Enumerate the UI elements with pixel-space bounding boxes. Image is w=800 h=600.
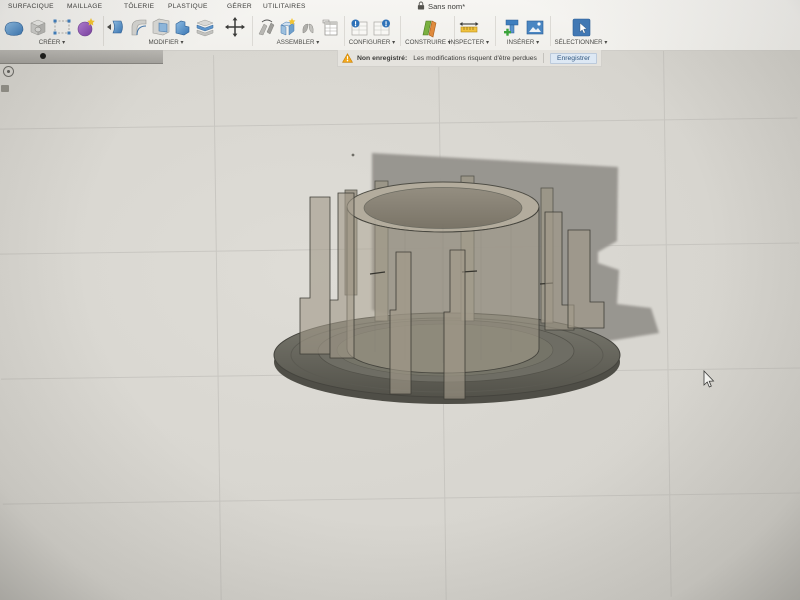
form-icon [4, 21, 24, 36]
joint-button[interactable] [255, 15, 276, 39]
construction-plane-icon [422, 20, 437, 38]
tab-tolerie[interactable]: TÔLERIE [124, 3, 154, 10]
press-pull-button[interactable] [106, 15, 128, 39]
press-pull-icon [107, 20, 123, 34]
group-creer: CRÉER ▾ [2, 15, 102, 49]
tab-surfacique[interactable]: SURFACIQUE [8, 3, 54, 10]
group-label-inserer[interactable]: INSÉRER [507, 39, 535, 46]
tab-gerer[interactable]: GÉRER [227, 3, 252, 10]
group-inspecter: INSPECTER ▾ [444, 15, 494, 49]
viewport-3d-canvas[interactable] [0, 0, 800, 600]
selection-frame-button[interactable] [50, 15, 74, 39]
fillet-icon [131, 19, 147, 36]
fusion360-window: SURFACIQUE MAILLAGE TÔLERIE PLASTIQUE GÉ… [0, 0, 800, 600]
bom-table-icon [322, 19, 337, 36]
fillet-button[interactable] [128, 15, 150, 39]
group-assembler: ASSEMBLER ▾ [255, 15, 341, 49]
origin-marker-dot [351, 153, 355, 157]
construction-plane-button[interactable] [416, 15, 440, 39]
ribbon-toolbar: SURFACIQUE MAILLAGE TÔLERIE PLASTIQUE GÉ… [0, 0, 800, 51]
split-body-button[interactable] [194, 15, 216, 39]
new-component-button[interactable] [276, 15, 297, 39]
dropdown-caret[interactable]: ▾ [392, 39, 395, 46]
small-glyph-artifact [1, 85, 9, 92]
insert-canvas-icon [526, 20, 543, 35]
measure-icon [459, 22, 479, 33]
configuration-insert-button[interactable] [370, 15, 393, 39]
select-button[interactable] [569, 15, 593, 39]
warning-message: Les modifications risquent d'être perdue… [413, 54, 537, 62]
group-configurer: CONFIGURER ▾ [347, 15, 397, 49]
black-dot-artifact [40, 53, 46, 59]
split-body-icon [196, 19, 214, 37]
tab-plastique[interactable]: PLASTIQUE [168, 3, 208, 10]
document-title[interactable]: Sans nom* [428, 2, 465, 11]
joint-icon [258, 19, 274, 36]
document-title-bar: Sans nom* [417, 1, 465, 11]
primitive-box-button[interactable] [26, 15, 50, 39]
mesh-sphere-icon [77, 18, 95, 37]
circle-dot-icon [3, 66, 14, 77]
dropdown-caret[interactable]: ▾ [180, 39, 183, 46]
new-component-icon [279, 18, 295, 36]
group-inserer: INSÉRER ▾ [498, 15, 548, 49]
insert-canvas-button[interactable] [523, 15, 546, 39]
shell-button[interactable] [150, 15, 172, 39]
warning-divider [542, 53, 544, 63]
motion-link-button[interactable] [297, 15, 318, 39]
selection-frame-icon [53, 19, 71, 35]
dropdown-caret[interactable]: ▾ [486, 39, 489, 46]
combine-button[interactable] [172, 15, 194, 39]
motion-link-icon [302, 23, 313, 34]
dropdown-caret[interactable]: ▾ [62, 39, 65, 46]
move-icon [225, 17, 245, 37]
warning-title: Non enregistré: [357, 54, 408, 62]
shell-icon [152, 18, 170, 36]
group-selectionner: SÉLECTIONNER ▾ [552, 15, 610, 49]
select-cursor-icon [572, 18, 591, 37]
warning-triangle-icon [342, 53, 353, 63]
group-label-inspecter[interactable]: INSPECTER [449, 39, 484, 46]
group-label-selectionner[interactable]: SÉLECTIONNER [555, 39, 603, 46]
unsaved-warning-bar: Non enregistré: Les modifications risque… [337, 50, 603, 67]
move-button[interactable] [224, 15, 246, 39]
mouse-cursor-arrow [703, 369, 715, 388]
tab-utilitaires[interactable]: UTILITAIRES [263, 3, 306, 10]
configuration-table-button[interactable] [347, 15, 370, 39]
configuration-insert-icon [373, 19, 390, 36]
group-label-configurer[interactable]: CONFIGURER [349, 39, 391, 46]
bom-table-button[interactable] [318, 15, 339, 39]
tab-maillage[interactable]: MAILLAGE [67, 3, 102, 10]
form-button[interactable] [2, 15, 26, 39]
save-button[interactable]: Enregistrer [549, 52, 598, 64]
group-modifier: MODIFIER ▾ [106, 15, 250, 49]
dropdown-caret[interactable]: ▾ [536, 39, 539, 46]
insert-derive-button[interactable] [500, 15, 523, 39]
dropdown-caret[interactable]: ▾ [604, 39, 607, 46]
insert-derive-icon [503, 19, 518, 36]
measure-button[interactable] [457, 15, 481, 39]
primitive-box-icon [30, 19, 46, 36]
dropdown-caret[interactable]: ▾ [316, 39, 319, 46]
configuration-table-icon [351, 19, 367, 36]
lock-icon [417, 1, 425, 10]
gray-strip-artifact [0, 50, 163, 64]
group-label-construire[interactable]: CONSTRUIRE [405, 39, 446, 46]
mesh-sphere-button[interactable] [74, 15, 98, 39]
group-label-assembler[interactable]: ASSEMBLER [277, 39, 315, 46]
combine-icon [175, 20, 190, 36]
group-label-modifier[interactable]: MODIFIER [148, 39, 178, 46]
group-label-creer[interactable]: CRÉER [39, 39, 61, 46]
